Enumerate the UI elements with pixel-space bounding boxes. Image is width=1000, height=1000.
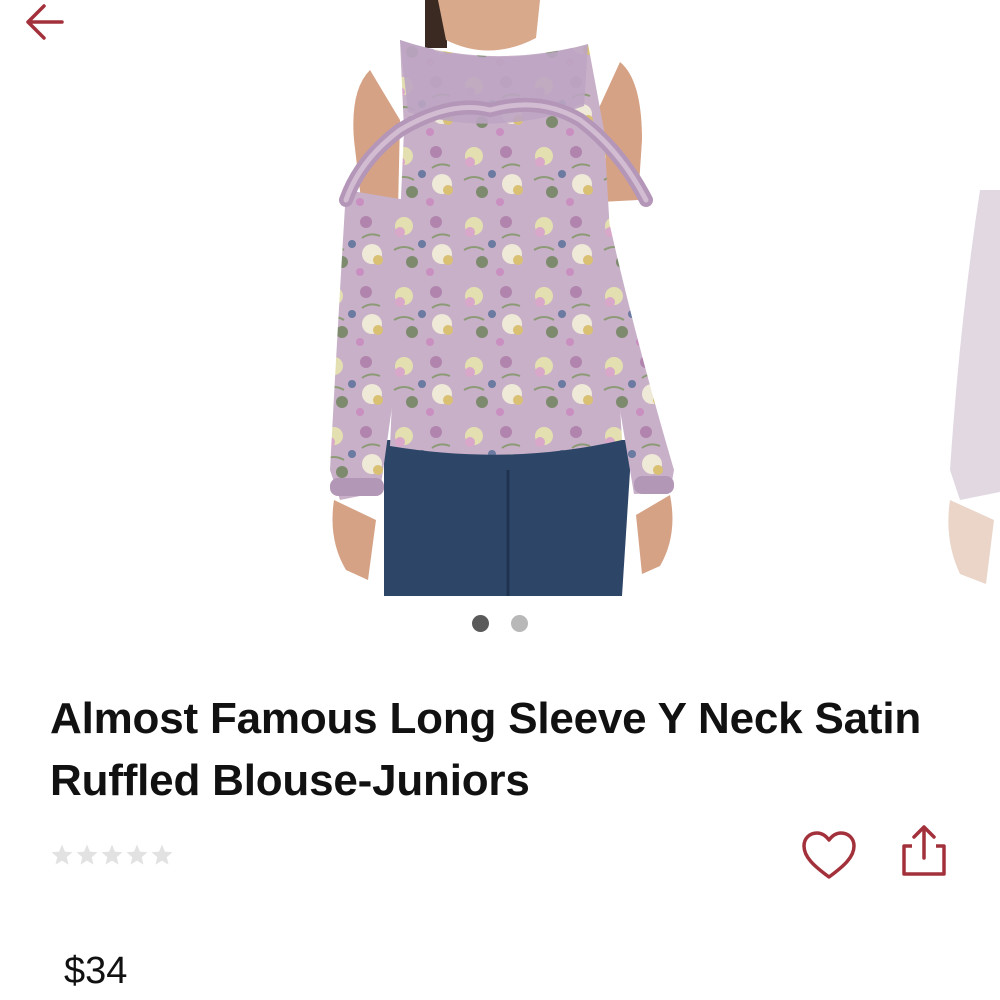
- carousel-dot-2[interactable]: [511, 615, 528, 632]
- star-icon: [126, 844, 148, 865]
- next-product-image: [948, 190, 1000, 584]
- star-icon: [101, 844, 123, 865]
- share-button[interactable]: [896, 822, 952, 880]
- arrow-left-icon: [26, 4, 64, 40]
- carousel-dot-1[interactable]: [472, 615, 489, 632]
- product-price: $34: [64, 950, 128, 992]
- share-icon: [902, 825, 946, 876]
- star-icon: [51, 844, 73, 865]
- product-title: Almost Famous Long Sleeve Y Neck Satin R…: [50, 694, 922, 805]
- star-icon: [76, 844, 98, 865]
- favorite-button[interactable]: [800, 828, 858, 884]
- star-rating[interactable]: [50, 843, 174, 867]
- product-detail-screen: Almost Famous Long Sleeve Y Neck Satin R…: [0, 0, 1000, 1000]
- product-image-carousel[interactable]: [0, 0, 1000, 600]
- back-button[interactable]: [18, 0, 70, 44]
- carousel-pagination: [0, 615, 1000, 632]
- star-icon: [151, 844, 173, 865]
- product-image: [330, 0, 674, 596]
- heart-icon: [802, 831, 856, 879]
